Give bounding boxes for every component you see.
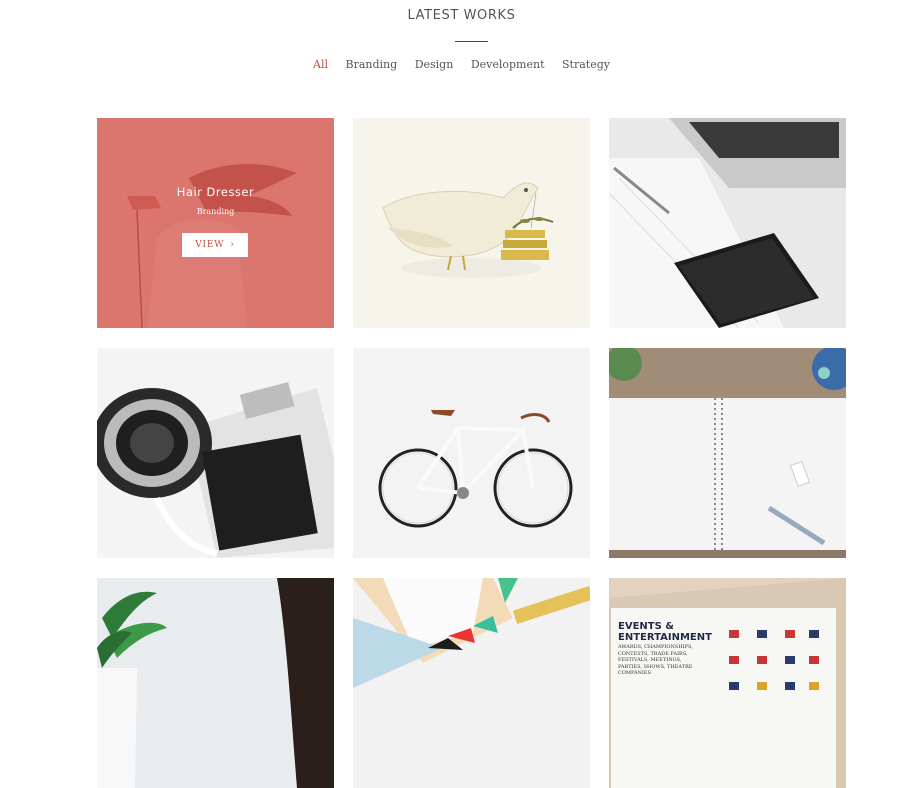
paper-craft-image: [353, 578, 590, 788]
view-button-label: VIEW: [195, 240, 225, 250]
section-title: LATEST WORKS: [407, 8, 516, 23]
events-subtitle: AWARDS, CHAMPIONSHIPS, CONTESTS, TRADE F…: [618, 644, 693, 676]
portfolio-item-dove[interactable]: [353, 118, 590, 328]
filter-strategy[interactable]: Strategy: [562, 58, 610, 71]
item-category: Branding: [196, 207, 235, 216]
portfolio-item-camera[interactable]: [97, 348, 334, 558]
filter-development[interactable]: Development: [471, 58, 545, 71]
portfolio-item-plant[interactable]: [97, 578, 334, 788]
laptop-notebook-phone-image: [609, 118, 846, 328]
filter-branding[interactable]: Branding: [346, 58, 398, 71]
portfolio-item-bicycle[interactable]: [353, 348, 590, 558]
hover-overlay: [97, 118, 334, 328]
potted-plant-image: [97, 578, 334, 788]
item-title: Hair Dresser: [176, 185, 255, 199]
filter-design[interactable]: Design: [415, 58, 454, 71]
bicycle-image: [353, 348, 590, 558]
dove-illustration-image: [353, 118, 590, 328]
filter-all[interactable]: All: [313, 58, 328, 71]
portfolio-item-notebook[interactable]: [609, 348, 846, 558]
spiral-notebook-image: [609, 348, 846, 558]
events-title-line1: EVENTS &: [618, 621, 674, 632]
portfolio-filter-bar: All Branding Design Development Strategy: [0, 58, 923, 71]
portfolio-item-hair-dresser[interactable]: Hair Dresser Branding VIEW ›: [97, 118, 334, 328]
events-title: EVENTS & ENTERTAINMENT: [618, 621, 728, 643]
portfolio-item-workspace[interactable]: [609, 118, 846, 328]
view-button[interactable]: VIEW ›: [182, 233, 248, 257]
camera-image: [97, 348, 334, 558]
portfolio-item-events[interactable]: EVENTS & ENTERTAINMENT AWARDS, CHAMPIONS…: [609, 578, 846, 788]
title-divider: [455, 41, 488, 42]
portfolio-item-paper-craft[interactable]: [353, 578, 590, 788]
events-brochure-image: [609, 578, 846, 788]
events-title-line2: ENTERTAINMENT: [618, 632, 712, 643]
chevron-right-icon: ›: [230, 240, 235, 250]
